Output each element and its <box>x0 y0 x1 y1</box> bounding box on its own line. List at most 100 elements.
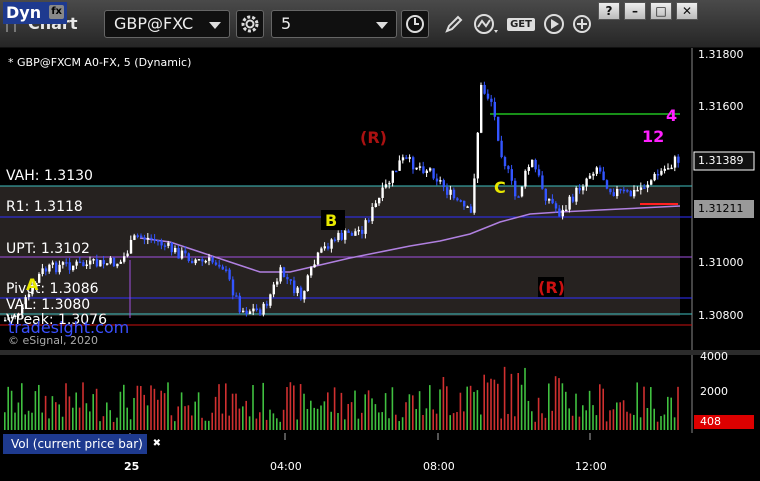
candle-body <box>221 266 224 270</box>
volume-bar <box>65 383 67 430</box>
volume-study-label[interactable]: Vol (current price bar) ✖ <box>3 434 161 454</box>
candle-body <box>568 196 571 210</box>
volume-bar <box>272 413 275 430</box>
price-axis-label: 1.31600 <box>698 100 744 113</box>
last-price-label: 1.31389 <box>698 154 744 167</box>
volume-bar <box>565 391 567 430</box>
dynamic-mode-button[interactable]: Dyn fx <box>3 2 67 24</box>
candle-body <box>565 209 568 212</box>
candle-body <box>412 157 415 170</box>
volume-bar <box>469 385 472 430</box>
interval-value: 5 <box>281 14 292 33</box>
volume-bar <box>136 385 139 430</box>
volume-bar <box>575 393 577 430</box>
volume-bar <box>163 393 166 430</box>
candle-body <box>622 189 626 192</box>
candle-body <box>95 259 99 267</box>
volume-bar <box>551 410 553 430</box>
symbol-dropdown[interactable]: GBP@FXC <box>104 10 230 38</box>
close-study-icon[interactable]: ✖ <box>153 434 161 454</box>
volume-bar <box>548 383 550 430</box>
marker-a: A <box>26 275 39 294</box>
volume-bar <box>476 390 479 430</box>
minimize-button[interactable]: – <box>624 2 646 20</box>
candle-body <box>456 198 459 201</box>
volume-bar <box>524 367 526 430</box>
candle-body <box>609 188 612 193</box>
pane-splitter[interactable] <box>0 350 760 355</box>
volume-bar <box>544 417 547 430</box>
candle-body <box>493 101 496 117</box>
candle-body <box>323 246 326 249</box>
volume-bar <box>510 373 513 430</box>
candle-body <box>388 182 391 185</box>
volume-bar <box>633 414 635 430</box>
candle-body <box>330 239 333 249</box>
candle-body <box>483 84 486 94</box>
help-button[interactable]: ? <box>598 2 620 20</box>
link-button[interactable] <box>568 10 596 38</box>
time-button[interactable] <box>401 10 429 38</box>
volume-bar <box>299 384 302 430</box>
candle-body <box>316 252 320 265</box>
candle-body <box>619 188 622 191</box>
volume-bar <box>412 395 414 430</box>
candle-body <box>480 84 483 133</box>
candle-body <box>408 157 411 159</box>
candle-body <box>58 264 61 273</box>
price-chart[interactable] <box>0 48 760 456</box>
candle-body <box>612 192 615 197</box>
volume-bar <box>89 411 91 430</box>
candle-body <box>520 186 524 197</box>
volume-bar <box>41 412 43 430</box>
get-button[interactable]: GET <box>506 10 536 38</box>
volume-bar <box>459 392 462 430</box>
settings-button[interactable] <box>236 10 264 38</box>
volume-bar <box>473 391 475 430</box>
volume-bar <box>14 412 16 430</box>
studies-button[interactable] <box>472 10 500 38</box>
candle-body <box>44 268 48 272</box>
volume-bar <box>245 400 247 430</box>
candle-body <box>231 279 235 296</box>
interval-dropdown[interactable]: 5 <box>271 10 397 38</box>
volume-bar <box>660 416 662 430</box>
volume-bar <box>303 393 305 430</box>
volume-bar <box>650 387 652 430</box>
volume-bar <box>541 413 543 430</box>
volume-bar <box>497 383 499 430</box>
draw-button[interactable] <box>440 10 468 38</box>
candle-body <box>350 232 354 236</box>
candle-body <box>204 260 207 263</box>
volume-bar <box>605 421 608 430</box>
play-button[interactable] <box>540 10 568 38</box>
candle-body <box>99 260 102 267</box>
candle-body <box>490 98 493 102</box>
volume-bar <box>361 412 363 430</box>
candle-body <box>201 259 204 262</box>
candle-body <box>89 260 92 265</box>
volume-bar <box>646 408 649 430</box>
volume-bar <box>289 382 292 430</box>
candle-body <box>605 180 609 189</box>
volume-bar <box>150 385 152 430</box>
volume-bar <box>310 400 312 430</box>
volume-bar <box>293 385 295 430</box>
candle-body <box>92 259 95 261</box>
candle-body <box>208 257 211 261</box>
volume-bar <box>21 383 23 430</box>
volume-bar <box>133 397 135 430</box>
candle-body <box>82 262 85 267</box>
volume-bar <box>486 382 489 430</box>
candle-body <box>242 310 245 313</box>
volume-bar <box>374 404 377 430</box>
volume-study-text: Vol (current price bar) <box>11 437 143 451</box>
volume-bar <box>531 411 533 430</box>
close-button[interactable]: ✕ <box>676 2 698 20</box>
price-axis-label: 1.31000 <box>698 256 744 269</box>
volume-bar <box>381 412 383 430</box>
volume-bar <box>378 412 380 430</box>
maximize-button[interactable]: □ <box>650 2 672 20</box>
volume-bar <box>286 387 288 430</box>
candle-body <box>364 220 367 234</box>
